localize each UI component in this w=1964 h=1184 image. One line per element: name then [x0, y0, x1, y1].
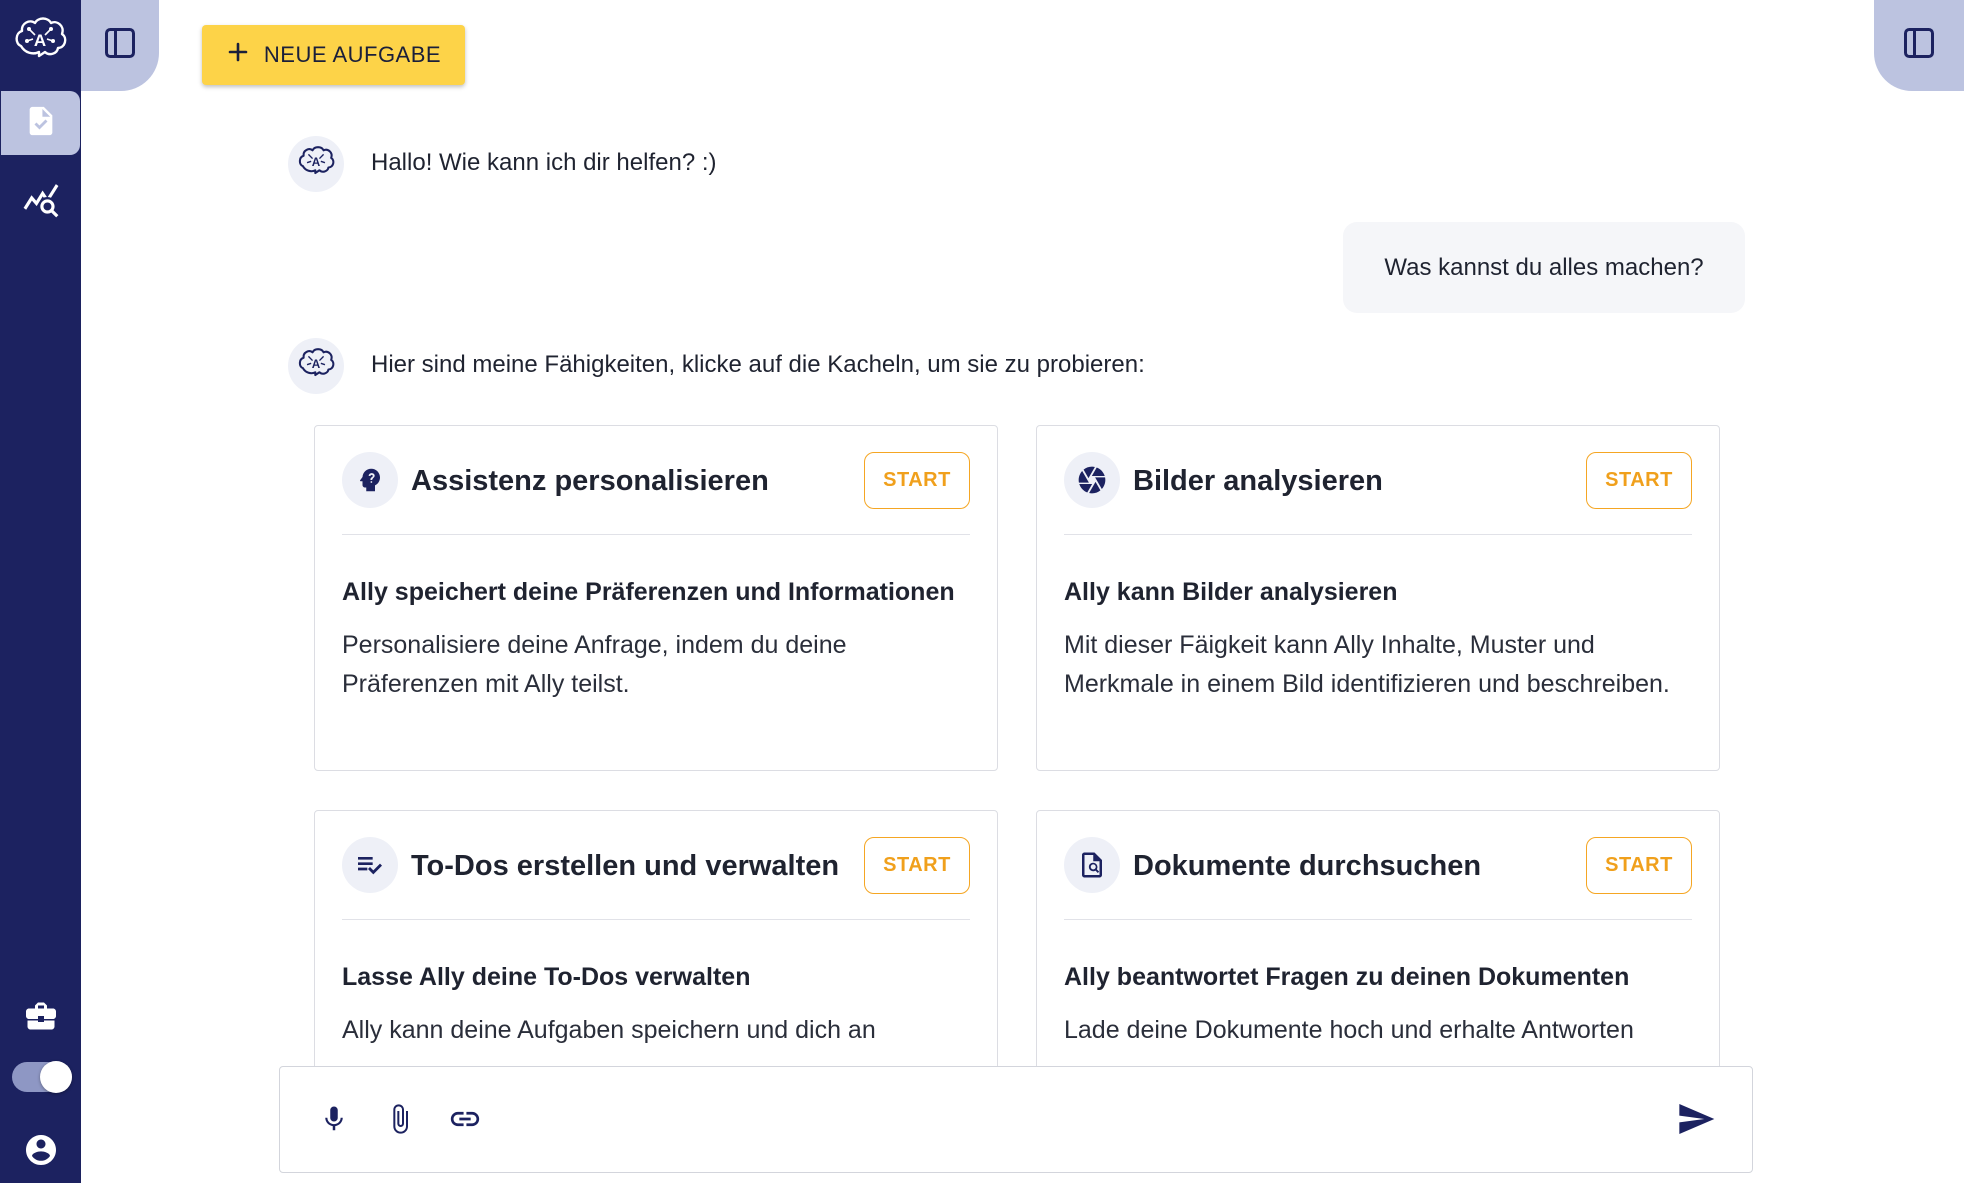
collapse-left-panel-button[interactable] — [81, 0, 159, 91]
new-task-label: NEUE AUFGABE — [263, 42, 442, 67]
briefcase-icon — [23, 998, 59, 1039]
start-button[interactable]: START — [864, 452, 970, 509]
card-title: Bilder analysieren — [1133, 465, 1383, 497]
start-button[interactable]: START — [864, 837, 970, 894]
microphone-icon — [319, 1104, 349, 1139]
bot-avatar: A — [288, 338, 344, 394]
card-header: Dokumente durchsuchen START — [1064, 837, 1692, 894]
document-check-icon — [24, 104, 58, 143]
left-navigation-rail: A — [0, 0, 81, 1183]
document-search-icon — [1064, 837, 1120, 893]
bot-skills-intro-message: Hier sind meine Fähigkeiten, klicke auf … — [371, 351, 1145, 378]
insert-link-button[interactable] — [441, 1097, 489, 1145]
svg-text:A: A — [312, 358, 321, 371]
send-icon — [1676, 1099, 1716, 1144]
logo-letter: A — [34, 31, 46, 50]
user-message-text: Was kannst du alles machen? — [1384, 253, 1704, 281]
card-header: Assistenz personalisieren START — [342, 452, 970, 509]
rail-item-account[interactable] — [0, 1120, 81, 1184]
camera-shutter-icon — [1064, 452, 1120, 508]
card-subtitle: Ally beantwortet Fragen zu deinen Dokume… — [1064, 963, 1630, 991]
rail-item-tasks[interactable] — [1, 91, 80, 155]
bot-greeting-message: Hallo! Wie kann ich dir helfen? :) — [371, 149, 717, 176]
checklist-icon — [342, 837, 398, 893]
paperclip-icon — [384, 1103, 416, 1140]
card-title: To-Dos erstellen und verwalten — [411, 850, 840, 882]
svg-text:A: A — [312, 156, 321, 169]
new-task-button[interactable]: NEUE AUFGABE — [202, 25, 465, 85]
rail-item-analytics[interactable] — [0, 170, 81, 234]
head-question-icon — [342, 452, 398, 508]
card-subtitle: Ally speichert deine Präferenzen und Inf… — [342, 578, 955, 606]
ally-brain-logo-icon[interactable]: A — [11, 11, 69, 69]
card-divider — [1064, 919, 1692, 920]
plus-icon — [226, 40, 250, 70]
microphone-button[interactable] — [310, 1097, 358, 1145]
card-description: Mit dieser Fäigkeit kann Ally Inhalte, M… — [1064, 631, 1670, 698]
start-button[interactable]: START — [1586, 837, 1692, 894]
skill-card-personalize[interactable]: Assistenz personalisieren START Ally spe… — [314, 425, 998, 771]
user-message-bubble: Was kannst du alles machen? — [1343, 222, 1745, 313]
card-header: Bilder analysieren START — [1064, 452, 1692, 509]
attach-file-button[interactable] — [376, 1097, 424, 1145]
start-button[interactable]: START — [1586, 452, 1692, 509]
card-description: Personalisiere deine Anfrage, indem du d… — [342, 631, 847, 698]
sidebar-panel-icon — [102, 25, 138, 66]
rail-item-briefcase[interactable] — [0, 986, 81, 1050]
collapse-right-panel-button[interactable] — [1874, 0, 1964, 91]
card-title: Assistenz personalisieren — [411, 465, 769, 497]
card-description: Ally kann deine Aufgaben speichern und d… — [342, 1016, 876, 1044]
sidebar-panel-icon — [1901, 25, 1937, 66]
bot-avatar: A — [288, 136, 344, 192]
theme-toggle-switch[interactable] — [12, 1061, 72, 1093]
link-icon — [448, 1102, 482, 1141]
card-subtitle: Lasse Ally deine To-Dos verwalten — [342, 963, 751, 991]
toggle-knob — [40, 1061, 72, 1093]
ally-brain-icon: A — [296, 344, 336, 389]
message-input[interactable] — [490, 1097, 1490, 1145]
chart-search-icon — [22, 181, 60, 224]
card-description: Lade deine Dokumente hoch und erhalte An… — [1064, 1016, 1634, 1044]
account-circle-icon — [23, 1132, 59, 1173]
card-divider — [1064, 534, 1692, 535]
card-subtitle: Ally kann Bilder analysieren — [1064, 578, 1398, 606]
skill-card-analyze-images[interactable]: Bilder analysieren START Ally kann Bilde… — [1036, 425, 1720, 771]
card-header: To-Dos erstellen und verwalten START — [342, 837, 970, 894]
send-button[interactable] — [1670, 1095, 1722, 1147]
card-divider — [342, 534, 970, 535]
ally-brain-icon: A — [296, 142, 336, 187]
card-divider — [342, 919, 970, 920]
card-title: Dokumente durchsuchen — [1133, 850, 1482, 882]
chat-input-bar — [279, 1066, 1753, 1173]
